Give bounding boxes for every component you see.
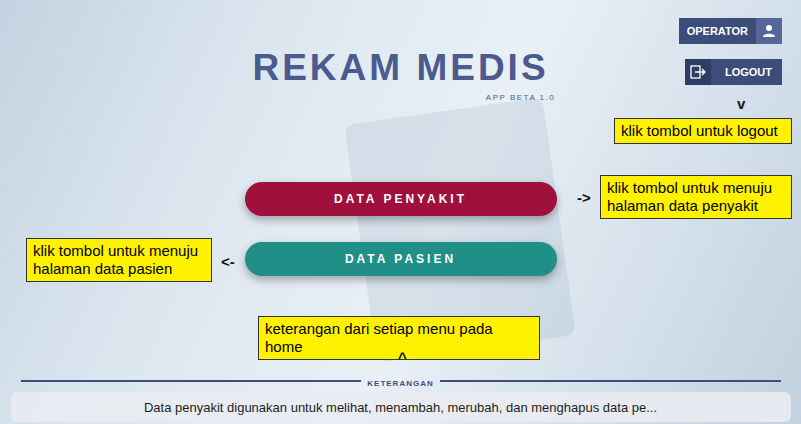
user-panel: OPERATOR LOGOUT [679,18,782,85]
info-heading: KETERANGAN [367,373,433,388]
logout-label: LOGOUT [711,59,782,85]
divider-line [21,380,362,382]
app-title: REKAM MEDIS [252,48,548,89]
divider-line [440,380,781,382]
menu-button[interactable]: DATA PENYAKIT [245,182,557,216]
annotation-arrow: <- [221,253,235,270]
menu-button[interactable]: DATA PASIEN [245,242,557,276]
operator-label: OPERATOR [679,18,756,44]
user-icon [756,18,782,44]
operator-button[interactable]: OPERATOR [679,18,782,44]
app-version: APP BETA 1.0 [246,93,555,102]
info-divider: KETERANGAN [21,373,781,388]
annotation-note: klik tombol untuk menuju halaman data pe… [600,175,792,219]
logout-button[interactable]: LOGOUT [685,59,782,85]
main-menu: DATA PENYAKIT DATA PASIEN [245,182,557,276]
logout-icon [685,59,711,85]
annotation-arrow: v [737,95,745,112]
annotation-arrow: ^ [398,349,407,366]
annotation-note: klik tombol untuk logout [614,118,792,144]
info-text: Data penyakit digunakan untuk melihat, m… [11,392,791,422]
annotation-note: klik tombol untuk menuju halaman data pa… [26,238,212,282]
annotation-arrow: -> [577,189,591,206]
